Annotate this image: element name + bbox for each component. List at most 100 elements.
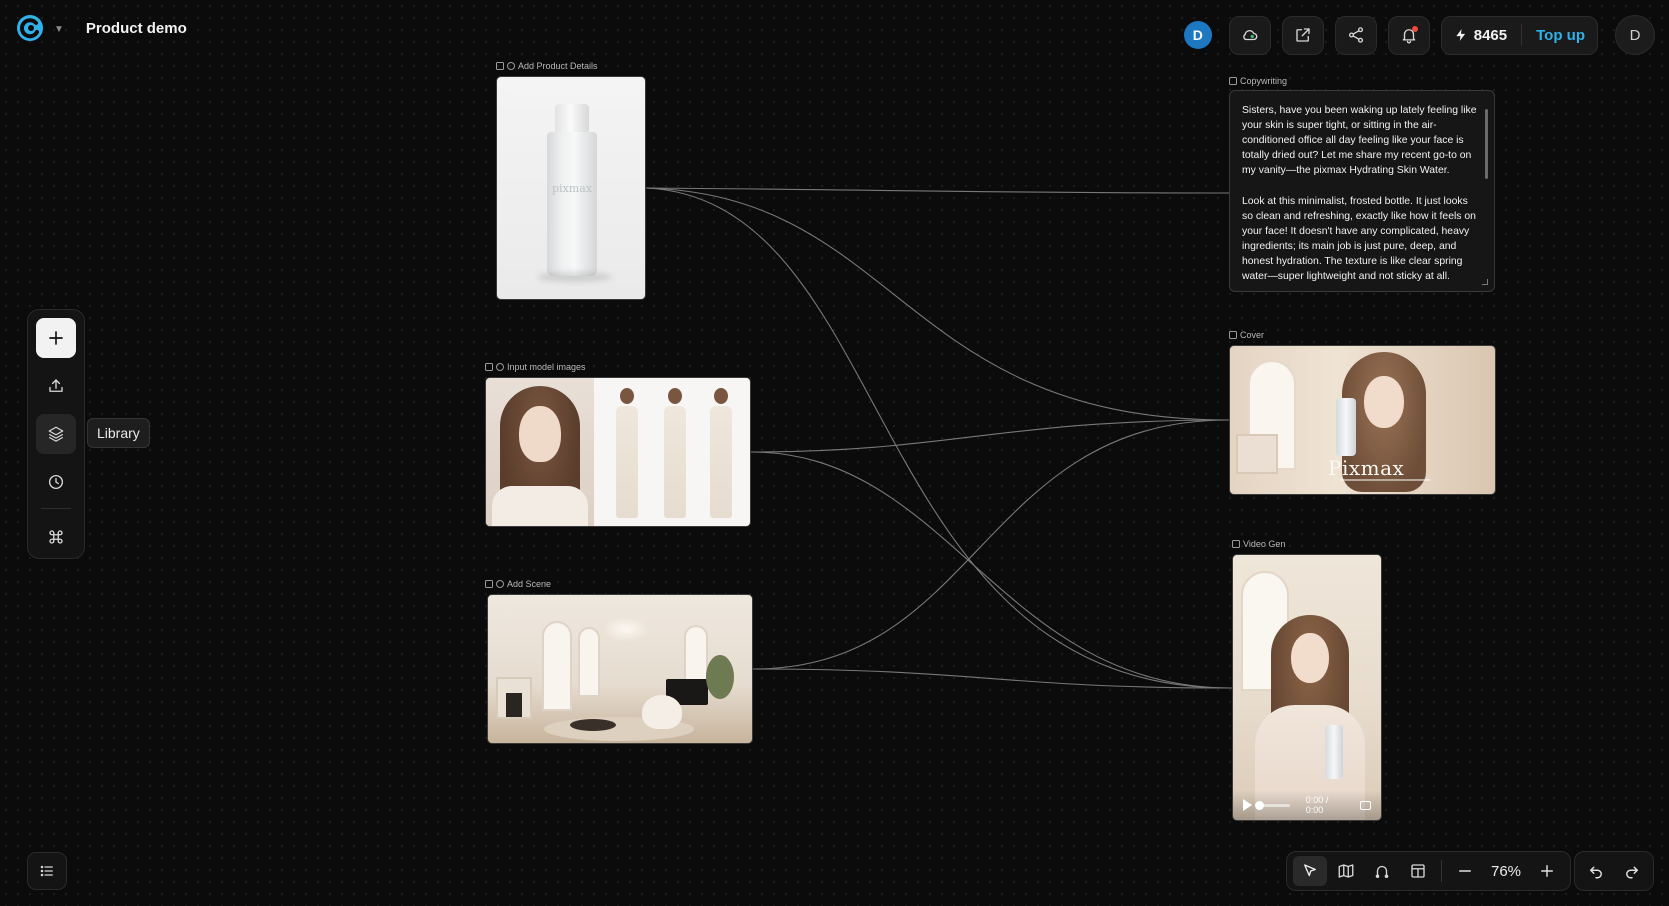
layers-icon: [48, 426, 64, 442]
project-menu-chevron-icon[interactable]: ▼: [54, 24, 64, 35]
video-progress-slider[interactable]: [1255, 800, 1290, 810]
video-node-label: Video Gen: [1232, 539, 1285, 549]
list-icon: [40, 865, 53, 877]
app-header: ▼ Product demo: [16, 14, 187, 42]
select-tool-button[interactable]: [1293, 856, 1327, 886]
models-node-label: Input model images: [485, 362, 586, 372]
scene-node-title: Add Scene: [507, 579, 552, 589]
upload-button[interactable]: [36, 366, 76, 406]
top-up-button[interactable]: Top up: [1536, 27, 1585, 44]
undo-icon: [1590, 866, 1602, 879]
model-images-node[interactable]: [485, 377, 751, 527]
info-icon: [496, 363, 504, 371]
product-image-node[interactable]: pixmax: [496, 76, 646, 300]
redo-icon: [1626, 866, 1638, 879]
cover-image-node[interactable]: Pixmax: [1229, 345, 1496, 495]
plus-icon: [1541, 865, 1553, 877]
edge-models-video: [750, 451, 1233, 689]
rail-divider: [41, 508, 71, 509]
history-toolbar: [1574, 851, 1654, 891]
connector-tool-button[interactable]: [1365, 856, 1399, 886]
layout-icon: [1411, 864, 1425, 878]
cover-node-title: Cover: [1240, 330, 1265, 340]
video-node-icon: [1232, 540, 1240, 548]
canvas-toolbar: 76%: [1286, 851, 1571, 891]
history-button[interactable]: [36, 462, 76, 502]
edge-scene-video: [752, 668, 1233, 689]
zoom-level[interactable]: 76%: [1484, 863, 1528, 880]
credit-balance: 8465: [1473, 26, 1508, 44]
info-icon: [507, 62, 515, 70]
cover-title-text: Pixmax: [1328, 456, 1405, 480]
zoom-out-button[interactable]: [1448, 856, 1482, 886]
plus-icon: [49, 331, 63, 345]
image-node-icon: [485, 363, 493, 371]
play-icon[interactable]: [1243, 799, 1252, 811]
cover-node-label: Cover: [1229, 330, 1264, 340]
upload-icon: [49, 379, 63, 392]
product-node-title: Add Product Details: [518, 61, 598, 71]
image-node-icon: [1229, 331, 1237, 339]
undo-button[interactable]: [1579, 856, 1613, 886]
text-node-icon: [1229, 77, 1237, 85]
library-tooltip: Library: [87, 418, 150, 448]
lightning-icon: [1456, 29, 1465, 41]
copywriting-node-label: Copywriting: [1229, 76, 1287, 86]
model-full-body-images: [594, 378, 750, 526]
cloud-icon: [1242, 30, 1258, 41]
minimap-button[interactable]: [1329, 856, 1363, 886]
credits-divider: [1521, 24, 1523, 46]
scene-node-label: Add Scene: [485, 579, 551, 589]
external-link-icon: [1296, 28, 1310, 42]
cloud-sync-button[interactable]: [1228, 15, 1271, 55]
video-node-title: Video Gen: [1243, 539, 1286, 549]
left-tool-rail: [27, 309, 85, 559]
map-icon: [1338, 864, 1354, 878]
model-portrait-image: [486, 378, 594, 526]
project-title[interactable]: Product demo: [86, 20, 187, 37]
edge-product-copywriting: [645, 187, 1230, 194]
zoom-in-button[interactable]: [1530, 856, 1564, 886]
resize-handle[interactable]: [1482, 279, 1488, 285]
copywriting-text-node[interactable]: Sisters, have you been waking up lately …: [1229, 90, 1495, 292]
video-controls: 0:00 / 0:00: [1233, 790, 1381, 820]
shortcuts-button[interactable]: [36, 517, 76, 557]
share-button[interactable]: [1334, 15, 1377, 55]
account-avatar[interactable]: D: [1615, 15, 1655, 55]
copywriting-node-title: Copywriting: [1240, 76, 1288, 86]
image-node-icon: [496, 62, 504, 70]
collaborator-avatar[interactable]: D: [1183, 21, 1212, 49]
library-button[interactable]: [36, 414, 76, 454]
video-time: 0:00 / 0:00: [1305, 795, 1329, 815]
copywriting-scrollbar[interactable]: [1485, 109, 1488, 179]
app-logo-icon[interactable]: [16, 14, 44, 42]
add-node-button[interactable]: [36, 318, 76, 358]
top-toolbar: D 8465 Top up D: [1183, 15, 1655, 55]
copywriting-text[interactable]: Sisters, have you been waking up lately …: [1242, 103, 1480, 284]
notification-badge: [1411, 25, 1418, 32]
models-node-title: Input model images: [507, 362, 586, 372]
screenshot-icon[interactable]: [1360, 800, 1371, 810]
image-node-icon: [485, 580, 493, 588]
cursor-icon: [1304, 864, 1316, 877]
product-bottle-image: pixmax: [547, 104, 597, 276]
scene-image-node[interactable]: [487, 594, 753, 744]
clock-icon: [48, 474, 64, 490]
open-external-button[interactable]: [1281, 15, 1324, 55]
minus-icon: [1459, 870, 1471, 872]
outline-panel-button[interactable]: [27, 852, 67, 890]
share-icon: [1348, 27, 1363, 43]
product-node-label: Add Product Details: [496, 61, 598, 71]
command-icon: [49, 530, 63, 544]
video-gen-node[interactable]: 0:00 / 0:00: [1232, 554, 1382, 821]
layout-button[interactable]: [1401, 856, 1435, 886]
connector-icon: [1375, 865, 1389, 879]
notifications-button[interactable]: [1387, 15, 1430, 55]
redo-button[interactable]: [1615, 856, 1649, 886]
info-icon: [496, 580, 504, 588]
edge-models-cover: [750, 419, 1230, 453]
edge-scene-cover: [752, 419, 1230, 670]
bottle-brand-text: pixmax: [552, 182, 592, 195]
toolbar-divider: [1441, 860, 1442, 882]
credits-panel: 8465 Top up: [1440, 15, 1598, 55]
